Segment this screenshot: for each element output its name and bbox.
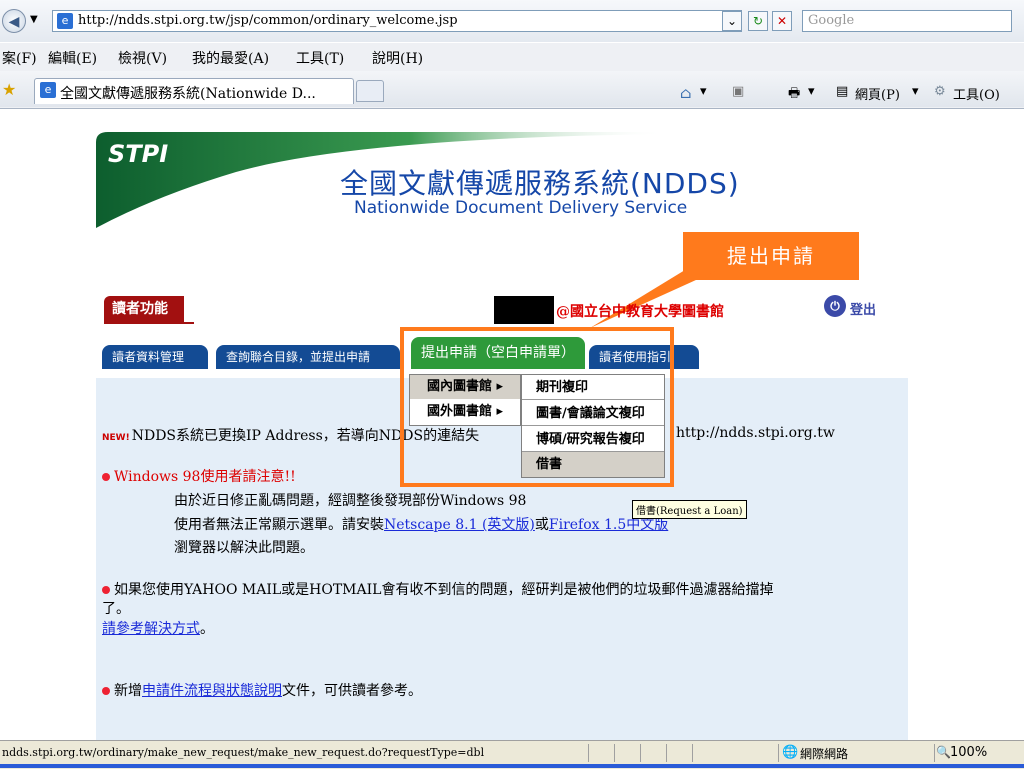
home-icon[interactable]: ⌂ bbox=[680, 84, 691, 102]
menu-view[interactable]: 檢視(V) bbox=[118, 48, 167, 68]
status-divider bbox=[614, 744, 615, 762]
ie-page-icon: e bbox=[57, 13, 73, 29]
status-divider bbox=[588, 744, 589, 762]
win98-line3: 瀏覽器以解決此問題。 bbox=[174, 540, 314, 556]
refresh-icon[interactable]: ↻ bbox=[748, 11, 768, 31]
address-dropdown-icon[interactable]: ⌄ bbox=[722, 11, 742, 31]
bullet-icon bbox=[102, 687, 110, 695]
callout-pointer bbox=[590, 270, 718, 328]
page-subtitle: Nationwide Document Delivery Service bbox=[354, 198, 688, 218]
menu-edit[interactable]: 編輯(E) bbox=[48, 48, 97, 68]
mail-notice-text: 如果您使用YAHOO MAIL或是HOTMAIL會有收不到信的問題，經研判是被他… bbox=[114, 582, 774, 598]
stop-icon[interactable]: ✕ bbox=[772, 11, 792, 31]
back-icon[interactable]: ◀ bbox=[2, 9, 26, 33]
status-divider bbox=[934, 744, 935, 762]
history-dropdown-icon[interactable]: ▼ bbox=[30, 14, 38, 25]
mail-solution-line: 請參考解決方式。 bbox=[102, 618, 214, 638]
netscape-link[interactable]: Netscape 8.1 (英文版) bbox=[384, 517, 535, 533]
tab-search-catalog[interactable]: 查詢聯合目錄，並提出申請 bbox=[216, 345, 400, 369]
status-divider bbox=[666, 744, 667, 762]
security-zone: 網際網路 bbox=[800, 747, 849, 761]
status-divider bbox=[692, 744, 693, 762]
new-tab-button[interactable] bbox=[356, 80, 384, 102]
page-menu-dropdown-icon[interactable]: ▾ bbox=[912, 84, 919, 99]
tooltip: 借書(Request a Loan) bbox=[632, 500, 747, 519]
status-divider bbox=[640, 744, 641, 762]
globe-icon: 🌐 bbox=[782, 745, 799, 760]
print-icon[interactable]: 🖶 bbox=[788, 84, 800, 106]
win98-title: Windows 98使用者請注意!! bbox=[114, 469, 296, 485]
firefox-link[interactable]: Firefox 1.5中文版 bbox=[549, 517, 668, 533]
solution-link[interactable]: 請參考解決方式 bbox=[102, 621, 200, 637]
logout-link[interactable]: 登出 bbox=[850, 299, 876, 318]
home-dropdown-icon[interactable]: ▾ bbox=[700, 84, 707, 99]
status-url: ndds.stpi.org.tw/ordinary/make_new_reque… bbox=[2, 746, 485, 759]
flow-notice: 新增申請件流程與狀態說明文件，可供讀者參考。 bbox=[102, 680, 422, 700]
bullet-icon bbox=[102, 586, 110, 594]
win98-line2: 使用者無法正常顯示選單。請安裝Netscape 8.1 (英文版)或Firefo… bbox=[174, 514, 668, 534]
tools-menu[interactable]: 工具(O) bbox=[953, 84, 1000, 103]
highlight-frame bbox=[400, 327, 674, 487]
status-divider bbox=[778, 744, 779, 762]
ip-notice-url: http://ndds.stpi.org.tw bbox=[676, 425, 835, 441]
os-taskbar bbox=[0, 764, 1024, 768]
flow-text-b: 文件，可供讀者參考。 bbox=[282, 683, 422, 699]
zoom-level[interactable]: 100% bbox=[950, 745, 987, 760]
win98-line2-text: 使用者無法正常顯示選單。請安裝 bbox=[174, 517, 384, 533]
tab-reader-data[interactable]: 讀者資料管理 bbox=[102, 345, 208, 369]
page-menu[interactable]: 網頁(P) bbox=[855, 84, 900, 103]
ie-tab-icon: e bbox=[40, 82, 56, 98]
win98-heading: Windows 98使用者請注意!! bbox=[102, 466, 296, 486]
favorites-star-icon[interactable]: ★ bbox=[2, 80, 16, 99]
mail-notice-line2: 了。 bbox=[102, 601, 130, 617]
feeds-icon[interactable]: ▣ bbox=[732, 84, 744, 99]
browser-tab-title[interactable]: 全國文獻傳遞服務系統(Nationwide D... bbox=[60, 83, 316, 103]
win98-or: 或 bbox=[534, 517, 549, 533]
tools-gear-icon: ⚙ bbox=[934, 84, 946, 99]
redacted-block bbox=[494, 296, 554, 324]
page-icon: ▤ bbox=[836, 84, 849, 99]
menu-favorites[interactable]: 我的最愛(A) bbox=[192, 48, 269, 68]
flow-doc-link[interactable]: 申請件流程與狀態說明 bbox=[142, 683, 282, 699]
menu-help[interactable]: 說明(H) bbox=[372, 48, 423, 68]
logout-icon[interactable]: ⏻ bbox=[824, 295, 846, 317]
menu-file[interactable]: 案(F) bbox=[2, 48, 37, 68]
new-badge: NEW! bbox=[102, 433, 130, 443]
search-placeholder: Google bbox=[808, 13, 855, 28]
address-text[interactable]: http://ndds.stpi.org.tw/jsp/common/ordin… bbox=[78, 13, 458, 28]
bullet-icon bbox=[102, 473, 110, 481]
print-dropdown-icon[interactable]: ▾ bbox=[808, 84, 815, 99]
win98-line1: 由於近日修正亂碼問題，經調整後發現部份Windows 98 bbox=[174, 493, 527, 509]
library-name: @國立台中教育大學圖書館 bbox=[556, 304, 724, 320]
zoom-icon[interactable]: 🔍 bbox=[936, 745, 951, 759]
menu-tools[interactable]: 工具(T) bbox=[296, 48, 344, 68]
reader-label-underline bbox=[104, 322, 194, 324]
stpi-logo: STPI bbox=[108, 140, 169, 168]
flow-text-a: 新增 bbox=[114, 683, 142, 699]
mail-notice-line1: 如果您使用YAHOO MAIL或是HOTMAIL會有收不到信的問題，經研判是被他… bbox=[102, 579, 773, 599]
reader-functions-label: 讀者功能 bbox=[104, 296, 184, 322]
page-title: 全國文獻傳遞服務系統(NDDS) bbox=[340, 167, 740, 200]
mail-end: 。 bbox=[200, 621, 214, 637]
